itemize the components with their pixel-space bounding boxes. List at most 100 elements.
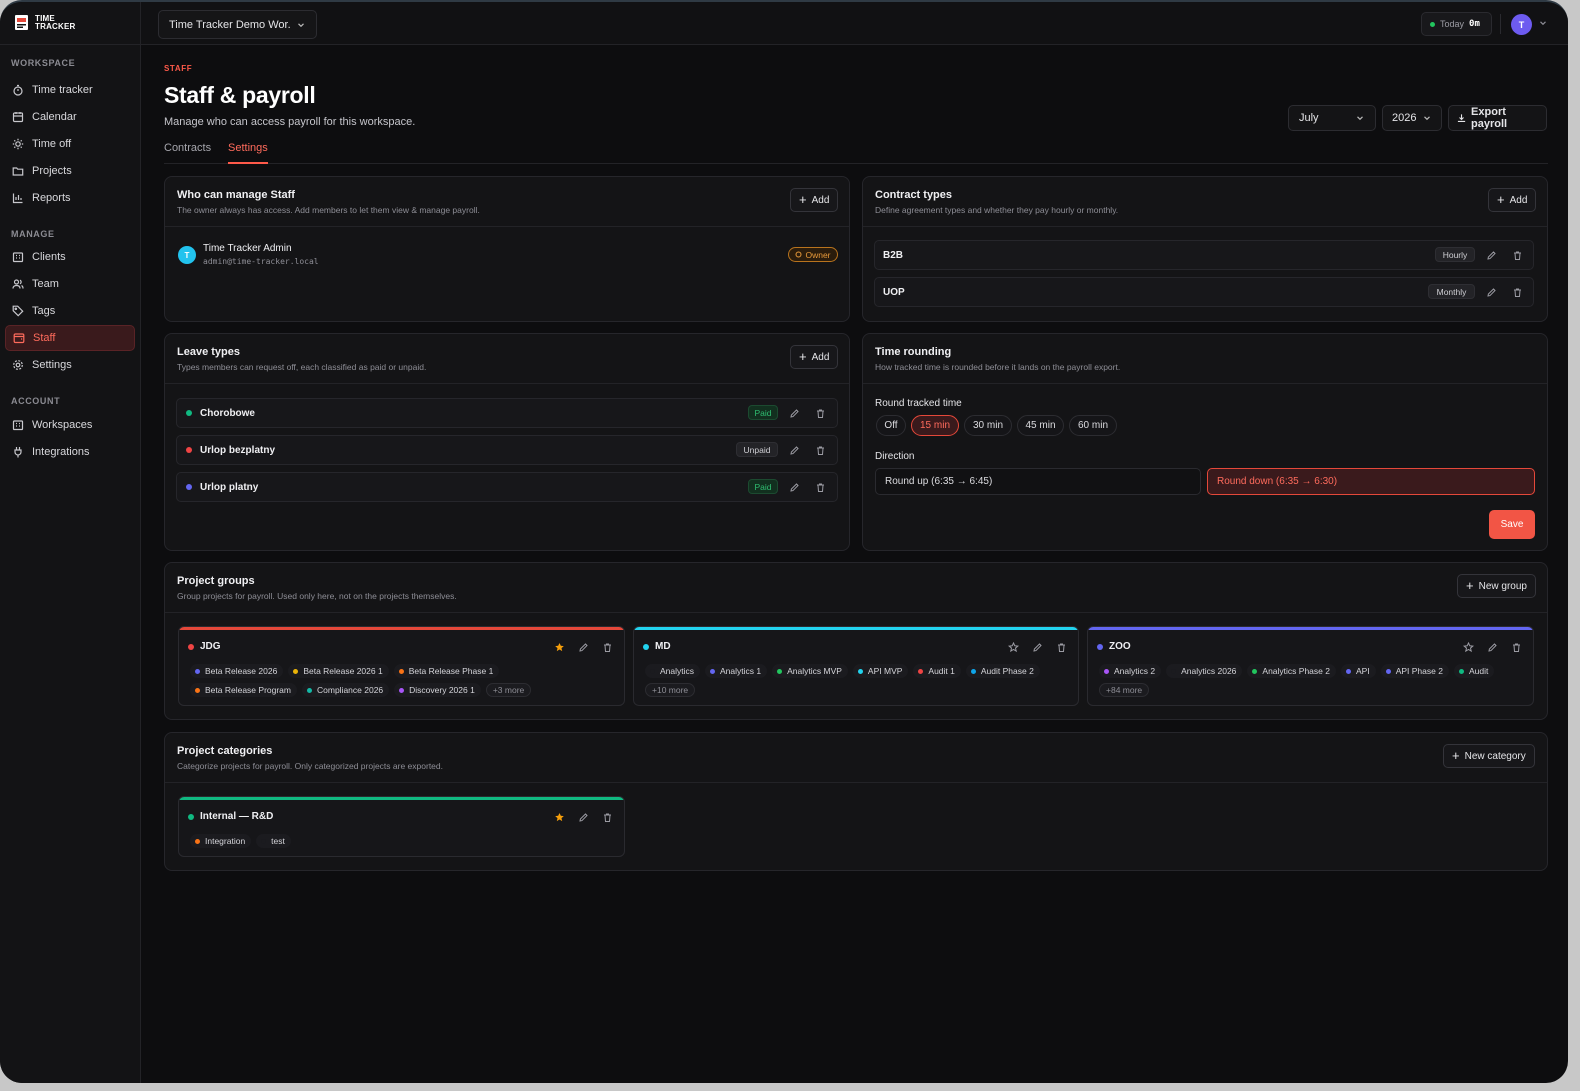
year-select[interactable]: 2026 (1382, 105, 1442, 131)
category-name: Internal — R&D (200, 811, 274, 822)
more-chip[interactable]: +10 more (645, 683, 696, 697)
project-chip: Compliance 2026 (302, 683, 390, 697)
project-chip: API Phase 2 (1380, 664, 1449, 678)
chip-dot (1458, 668, 1464, 674)
sidebar-item-settings[interactable]: Settings (5, 352, 135, 378)
sidebar-item-calendar[interactable]: Calendar (5, 104, 135, 130)
card-description: The owner always has access. Add members… (177, 205, 480, 215)
group-color-bar (634, 627, 1078, 630)
card-description: Group projects for payroll. Used only he… (177, 591, 457, 601)
trash-icon[interactable] (815, 482, 826, 493)
category-card: Internal — R&D Integration test (178, 796, 625, 857)
trash-icon[interactable] (1512, 287, 1523, 298)
sidebar-item-clients[interactable]: Clients (5, 244, 135, 270)
save-button[interactable]: Save (1489, 510, 1535, 539)
time-rounding-card: Time rounding How tracked time is rounde… (862, 333, 1548, 551)
more-chip[interactable]: +84 more (1099, 683, 1150, 697)
sidebar-item-workspaces[interactable]: Workspaces (5, 412, 135, 438)
app-logo[interactable]: TIME TRACKER (14, 14, 76, 31)
edit-icon[interactable] (789, 445, 800, 456)
round-label: Round tracked time (875, 398, 962, 409)
status-dot (1430, 21, 1435, 27)
round-up-option[interactable]: Round up (6:35 → 6:45) (875, 468, 1201, 495)
chevron-down-icon[interactable] (1538, 18, 1548, 28)
new-group-button[interactable]: + New group (1457, 574, 1536, 598)
trash-icon[interactable] (602, 642, 613, 653)
trash-icon[interactable] (602, 812, 613, 823)
project-chip: Audit Phase 2 (965, 664, 1040, 678)
sidebar-item-projects[interactable]: Projects (5, 158, 135, 184)
add-label: Add (1509, 194, 1528, 206)
tab-settings[interactable]: Settings (228, 142, 268, 154)
sidebar-item-tags[interactable]: Tags (5, 298, 135, 324)
user-avatar[interactable]: T (1511, 14, 1532, 35)
stopwatch-icon (13, 84, 23, 96)
edit-icon[interactable] (578, 812, 589, 823)
month-select[interactable]: July (1288, 105, 1376, 131)
trash-icon[interactable] (1511, 642, 1522, 653)
trash-icon[interactable] (1512, 250, 1523, 261)
chip-label: API Phase 2 (1395, 666, 1443, 676)
trash-icon[interactable] (815, 408, 826, 419)
group-card-zoo: ZOO Analytics 2 Analytics 2026 Analytics… (1087, 626, 1534, 706)
sidebar-item-staff[interactable]: Staff (5, 325, 135, 351)
project-chip: Analytics 2 (1099, 664, 1162, 678)
export-payroll-button[interactable]: Export payroll (1448, 105, 1547, 131)
sidebar-item-team[interactable]: Team (5, 271, 135, 297)
trash-icon[interactable] (1056, 642, 1067, 653)
workspace-select[interactable]: Time Tracker Demo Wor... (158, 10, 317, 39)
star-outline-icon[interactable] (1008, 642, 1019, 653)
star-filled-icon[interactable] (554, 812, 565, 823)
more-chip[interactable]: +3 more (485, 683, 532, 697)
rounding-45-min[interactable]: 45 min (1017, 415, 1064, 436)
card-header: Project categories Categorize projects f… (165, 733, 1547, 783)
leave-type-name: Urlop bezplatny (200, 444, 276, 456)
chip-dot (1252, 668, 1258, 674)
building-icon (12, 420, 24, 431)
color-dot (186, 447, 192, 453)
card-description: How tracked time is rounded before it la… (875, 362, 1121, 372)
unpaid-badge: Unpaid (736, 442, 778, 457)
project-chip: Audit (1453, 664, 1495, 678)
rounding-60-min[interactable]: 60 min (1069, 415, 1117, 436)
card-header: Contract types Define agreement types an… (863, 177, 1547, 227)
sidebar-item-reports[interactable]: Reports (5, 185, 135, 211)
sidebar-item-integrations[interactable]: Integrations (5, 439, 135, 465)
star-filled-icon[interactable] (554, 642, 565, 653)
new-category-button[interactable]: + New category (1443, 744, 1535, 768)
add-leave-type-button[interactable]: + Add (790, 345, 839, 369)
sidebar-item-label: Integrations (32, 446, 90, 458)
today-value: 0m (1469, 19, 1480, 29)
edit-icon[interactable] (1487, 642, 1498, 653)
sidebar-item-time-tracker[interactable]: Time tracker (5, 77, 135, 103)
rounding-15-min[interactable]: 15 min (911, 415, 959, 436)
chip-label: API MVP (867, 666, 903, 676)
edit-icon[interactable] (789, 408, 800, 419)
tab-contracts[interactable]: Contracts (164, 142, 211, 154)
edit-icon[interactable] (1032, 642, 1043, 653)
edit-icon[interactable] (578, 642, 589, 653)
billing-badge: Monthly (1428, 284, 1475, 299)
group-color-bar (179, 627, 624, 630)
today-indicator[interactable]: Today 0m (1421, 12, 1492, 36)
trash-icon[interactable] (815, 445, 826, 456)
leave-type-row: Chorobowe Paid (176, 398, 838, 428)
edit-icon[interactable] (1486, 250, 1497, 261)
edit-icon[interactable] (1486, 287, 1497, 298)
plus-icon: + (1497, 192, 1505, 207)
sidebar-item-label: Projects (32, 165, 72, 177)
project-chip: Analytics 2026 (1166, 664, 1243, 678)
star-outline-icon[interactable] (1463, 642, 1474, 653)
add-contract-type-button[interactable]: + Add (1488, 188, 1537, 212)
project-chips: Integration test (190, 834, 616, 848)
card-header: Leave types Types members can request of… (165, 334, 849, 384)
rounding-30-min[interactable]: 30 min (964, 415, 1012, 436)
edit-icon[interactable] (789, 482, 800, 493)
round-down-option[interactable]: Round down (6:35 → 6:30) (1207, 468, 1535, 495)
group-color-bar (1088, 627, 1533, 630)
rounding-off[interactable]: Off (876, 415, 906, 436)
sidebar-item-label: Tags (32, 305, 56, 317)
add-manager-button[interactable]: + Add (790, 188, 839, 212)
sidebar-item-time-off[interactable]: Time off (5, 131, 135, 157)
category-color-dot (188, 814, 194, 820)
